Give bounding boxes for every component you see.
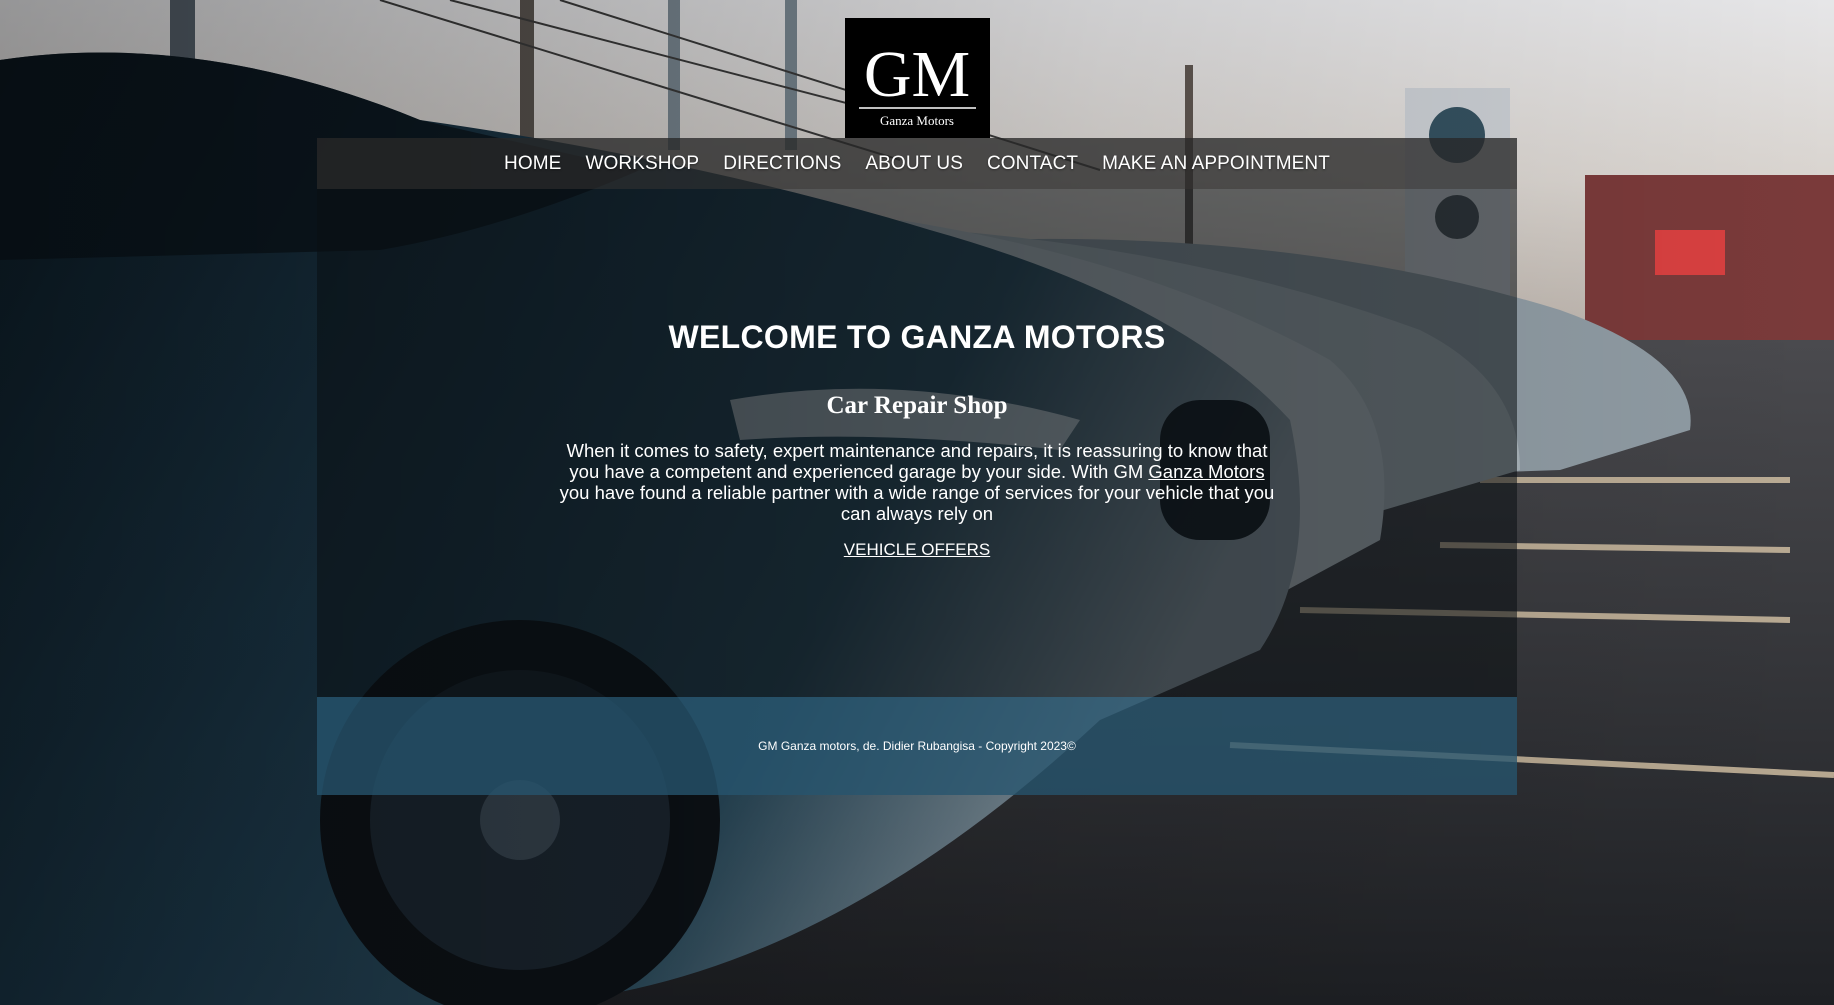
hero-subtitle: Car Repair Shop: [826, 392, 1008, 419]
ganza-motors-link[interactable]: Ganza Motors: [1148, 461, 1264, 482]
vehicle-offers-link[interactable]: VEHICLE OFFERS: [844, 540, 990, 560]
logo[interactable]: GM Ganza Motors: [845, 18, 990, 138]
hero-title: WELCOME TO GANZA MOTORS: [668, 319, 1166, 355]
nav-about-us[interactable]: ABOUT US: [865, 153, 963, 175]
hero-text-after: you have found a reliable partner with a…: [559, 482, 1275, 524]
nav-home[interactable]: HOME: [504, 153, 561, 175]
logo-monogram: GM: [864, 38, 970, 111]
nav-make-appointment[interactable]: MAKE AN APPOINTMENT: [1102, 153, 1330, 175]
hero-description: When it comes to safety, expert maintena…: [557, 440, 1277, 524]
hero-section: WELCOME TO GANZA MOTORS Car Repair Shop …: [317, 189, 1517, 697]
content-container: HOME WORKSHOP DIRECTIONS ABOUT US CONTAC…: [317, 138, 1517, 795]
nav-contact[interactable]: CONTACT: [987, 153, 1078, 175]
nav-directions[interactable]: DIRECTIONS: [723, 153, 841, 175]
nav-workshop[interactable]: WORKSHOP: [585, 153, 699, 175]
footer: GM Ganza motors, de. Didier Rubangisa - …: [317, 697, 1517, 795]
page: GM Ganza Motors HOME WORKSHOP DIRECTIONS…: [0, 0, 1834, 1005]
copyright-text: GM Ganza motors, de. Didier Rubangisa - …: [758, 739, 1076, 753]
main-navigation: HOME WORKSHOP DIRECTIONS ABOUT US CONTAC…: [317, 138, 1517, 189]
logo-name: Ganza Motors: [880, 113, 954, 128]
